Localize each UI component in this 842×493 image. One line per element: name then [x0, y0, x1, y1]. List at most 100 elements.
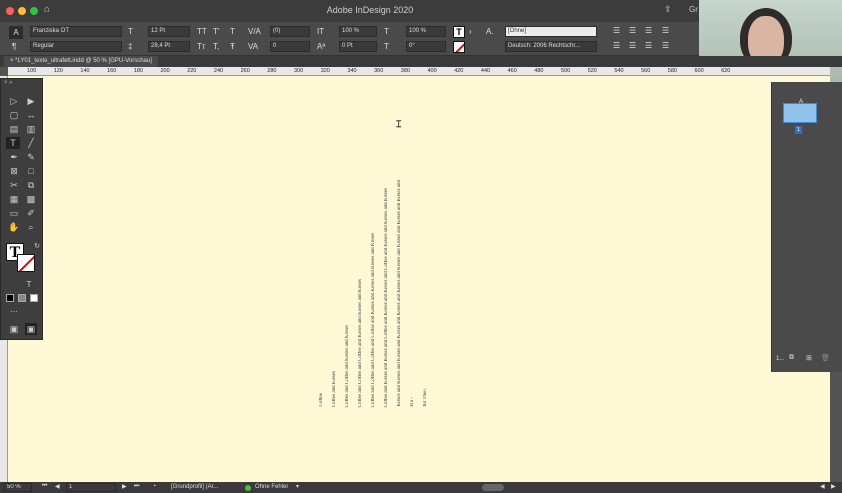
type-tool-icon[interactable]: T: [6, 137, 20, 149]
text-line[interactable]: Coffee and Coffee and Coffee and Kisses …: [358, 279, 364, 407]
justify-center-icon[interactable]: ☰: [629, 41, 636, 51]
page-size-icon[interactable]: ⧉: [789, 354, 794, 362]
tracking-field[interactable]: 0: [270, 41, 310, 52]
horizontal-scrollbar-thumb[interactable]: [482, 484, 504, 491]
hand-tool-icon[interactable]: ✋: [8, 221, 20, 233]
paragraph-mode-icon[interactable]: ¶: [12, 42, 16, 51]
ruler-tick-label: 480: [534, 68, 544, 74]
vertical-scale-field[interactable]: 100 %: [339, 26, 377, 37]
collapse-panel-icon[interactable]: × »: [4, 80, 13, 86]
all-caps-icon[interactable]: TT: [197, 27, 207, 37]
eyedropper-tool-icon[interactable]: ✐: [25, 207, 37, 219]
preflight-profile-label[interactable]: [Grundprofil] (Ar...: [171, 484, 218, 490]
ruler-tick-label: 500: [561, 68, 571, 74]
horizontal-ruler[interactable]: 100 120 140 160 180 200 220 240 260 280 300 320 340 3…: [8, 67, 830, 76]
next-page-icon[interactable]: ▶: [122, 483, 127, 490]
skew-field[interactable]: 0°: [406, 41, 446, 52]
page-field[interactable]: 1: [66, 483, 116, 492]
document-tab[interactable]: × *LY01_texte_ultrafett.indd @ 50 % [GPU…: [4, 56, 158, 67]
preflight-status-label: Ohne Fehler: [255, 484, 289, 490]
baseline-shift-field[interactable]: 0 Pt: [339, 41, 377, 52]
scroll-right-icon[interactable]: ▶: [831, 483, 836, 490]
swap-colors-icon[interactable]: ↻: [31, 241, 43, 253]
zoom-field[interactable]: 50 %: [4, 483, 32, 492]
new-page-icon[interactable]: ⊞: [806, 354, 812, 362]
previous-page-icon[interactable]: ◀: [55, 483, 60, 490]
ruler-tick-label: 280: [267, 68, 277, 74]
text-line[interactable]: Kisses and Kisses and Kisses and Kisses …: [397, 180, 403, 407]
stroke-swatch-icon[interactable]: [17, 254, 35, 272]
text-line[interactable]: Coffee and Coffee and Coffee and Coffee …: [371, 233, 377, 407]
delete-page-icon[interactable]: 🗑: [821, 354, 830, 362]
formatting-text-icon[interactable]: T: [23, 279, 35, 291]
text-line[interactable]: Flü -: [410, 397, 416, 407]
strikethrough-icon[interactable]: Ŧ: [230, 42, 235, 52]
selection-tool-icon[interactable]: ▷: [8, 95, 20, 107]
content-collector-icon[interactable]: ▤: [8, 123, 20, 135]
apply-color-icon[interactable]: [6, 294, 14, 302]
pencil-tool-icon[interactable]: ✎: [25, 151, 37, 163]
page-thumbnail[interactable]: [783, 103, 817, 123]
rectangle-tool-icon[interactable]: □: [25, 165, 37, 177]
note-tool-icon[interactable]: ▭: [8, 207, 20, 219]
document-canvas[interactable]: Coffee Coffee and Kisses Coffee and Coffee…: [8, 76, 830, 482]
font-style-field[interactable]: Regular: [30, 41, 122, 52]
text-line[interactable]: Coffee and Coffee and Kisses and Kisses: [345, 325, 351, 407]
ruler-tick-label: 300: [294, 68, 304, 74]
text-stroke-none-icon[interactable]: [453, 41, 465, 53]
apply-gradient-icon[interactable]: [18, 294, 26, 302]
justify-right-icon[interactable]: ☰: [645, 41, 652, 51]
apply-none-icon[interactable]: [30, 294, 38, 302]
rectangle-frame-tool-icon[interactable]: ⊠: [8, 165, 20, 177]
font-family-field[interactable]: Franziska OT: [30, 26, 122, 37]
text-line[interactable]: für Theo.: [423, 388, 429, 407]
normal-view-icon[interactable]: ▣: [8, 323, 20, 335]
text-line[interactable]: Coffee and Kisses and Kisses and Coffee …: [384, 188, 390, 407]
scroll-left-icon[interactable]: ◀: [820, 483, 825, 490]
leading-field[interactable]: 28,4 Pt: [148, 41, 190, 52]
character-mode-icon[interactable]: A: [9, 26, 23, 39]
content-placer-icon[interactable]: ▥: [25, 123, 37, 135]
ruler-tick-label: 140: [80, 68, 90, 74]
pen-tool-icon[interactable]: ✒: [8, 151, 20, 163]
open-document-icon[interactable]: ◔: [152, 483, 156, 490]
screen-mode-icon[interactable]: ⋯: [8, 307, 20, 319]
direct-selection-tool-icon[interactable]: ▶: [25, 95, 37, 107]
workspace-label[interactable]: Gr: [689, 5, 698, 14]
small-caps-icon[interactable]: Tт: [197, 42, 206, 52]
gap-tool-icon[interactable]: ↔: [25, 109, 37, 121]
align-right-icon[interactable]: ☰: [645, 26, 652, 36]
preview-view-icon[interactable]: ▣: [25, 323, 37, 335]
scissors-tool-icon[interactable]: ✂: [8, 179, 20, 191]
panel-expand-icon[interactable]: ›: [469, 27, 472, 37]
underline-icon[interactable]: T: [230, 27, 235, 37]
font-size-field[interactable]: 12 Pt: [148, 26, 190, 37]
page-tool-icon[interactable]: ▢: [8, 109, 20, 121]
justify-all-icon[interactable]: ☰: [662, 41, 669, 51]
superscript-icon[interactable]: T': [213, 27, 219, 37]
gradient-feather-tool-icon[interactable]: ▩: [25, 193, 37, 205]
character-style-field[interactable]: [Ohne]: [505, 26, 597, 37]
text-frame[interactable]: Coffee Coffee and Kisses Coffee and Coffee…: [308, 96, 438, 416]
language-field[interactable]: Deutsch: 2006 Rechtschr...: [505, 41, 597, 52]
text-line[interactable]: Coffee: [319, 393, 325, 407]
horizontal-scale-field[interactable]: 100 %: [406, 26, 446, 37]
text-line[interactable]: Coffee and Kisses: [332, 371, 338, 407]
align-justify-icon[interactable]: ☰: [662, 26, 669, 36]
line-tool-icon[interactable]: ╱: [25, 137, 37, 149]
align-center-icon[interactable]: ☰: [629, 26, 636, 36]
gradient-swatch-tool-icon[interactable]: ▦: [8, 193, 20, 205]
zoom-tool-icon[interactable]: ⌕: [25, 221, 37, 233]
first-page-icon[interactable]: ⏮: [42, 483, 47, 490]
share-icon[interactable]: ⇪: [664, 4, 672, 15]
subscript-icon[interactable]: T,: [213, 42, 219, 52]
font-size-icon: T: [128, 27, 133, 36]
free-transform-tool-icon[interactable]: ⧉: [25, 179, 37, 191]
preflight-menu-icon[interactable]: ▾: [296, 483, 299, 490]
text-fill-swatch-icon[interactable]: T: [453, 26, 465, 38]
kerning-field[interactable]: (0): [270, 26, 310, 37]
last-page-icon[interactable]: ⏭: [134, 483, 139, 490]
ruler-tick-label: 260: [240, 68, 250, 74]
align-left-icon[interactable]: ☰: [613, 26, 620, 36]
justify-left-icon[interactable]: ☰: [613, 41, 620, 51]
